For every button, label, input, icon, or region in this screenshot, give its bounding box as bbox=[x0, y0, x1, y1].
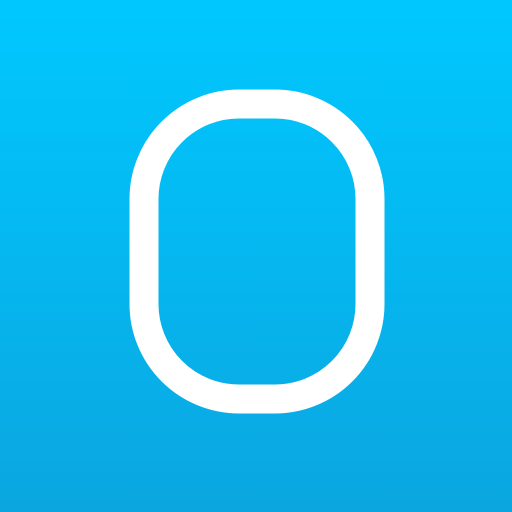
app-icon bbox=[0, 0, 512, 512]
rounded-rectangle-outline-icon bbox=[129, 89, 385, 414]
glyph-shape bbox=[129, 89, 385, 414]
